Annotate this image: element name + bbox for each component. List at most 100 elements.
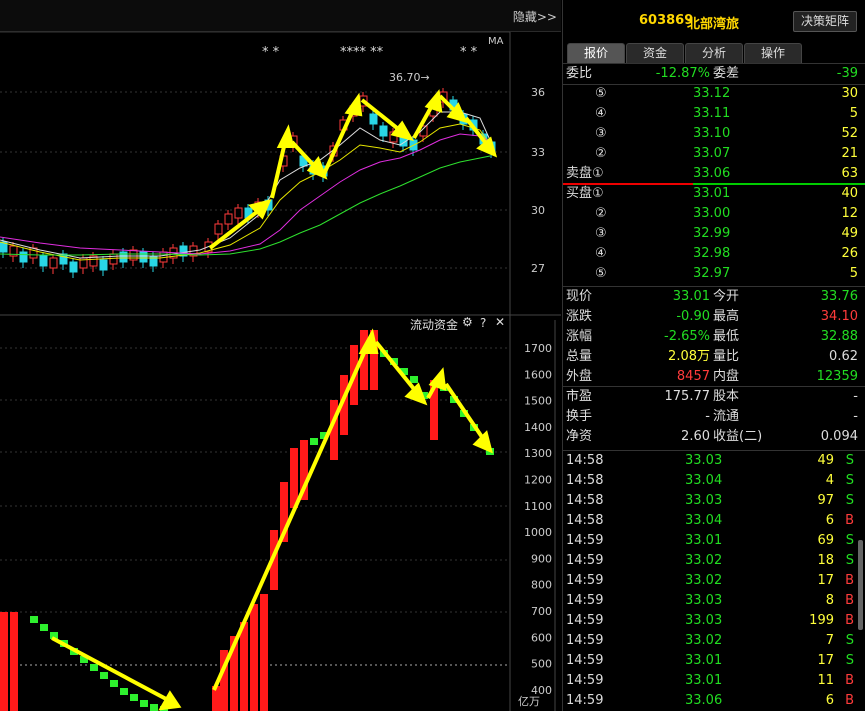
decision-matrix-button[interactable]: 决策矩阵 (793, 11, 857, 32)
tick-volume: 69 (817, 533, 834, 548)
tick-side: S (845, 633, 854, 648)
fundamental-v2: - (853, 409, 858, 424)
tick-time: 14:59 (566, 533, 604, 548)
quote-l1: 涨跌 (566, 309, 593, 324)
tick-price: 33.02 (685, 633, 723, 648)
tick-volume: 17 (817, 653, 834, 668)
fund-bar-green (40, 624, 48, 631)
weibi-label: 委比 (566, 66, 593, 81)
quote-l2: 最低 (713, 329, 740, 344)
buy-level-row[interactable]: ⑤ 32.97 5 (563, 264, 865, 284)
tick-row: 14:59 33.06 6 B (563, 691, 865, 711)
tick-volume: 4 (825, 473, 834, 488)
quote-l2: 今开 (713, 289, 740, 304)
buy-level-volume: 49 (841, 226, 858, 241)
tick-time: 14:59 (566, 573, 604, 588)
sell-level-row[interactable]: ⑤ 33.12 30 (563, 84, 865, 104)
tick-price: 33.03 (685, 613, 723, 628)
sell-level-volume: 52 (841, 126, 858, 141)
weicha-label: 委差 (713, 66, 740, 81)
tick-row: 14:58 33.04 4 S (563, 471, 865, 491)
close-icon[interactable]: ✕ (495, 315, 505, 329)
tick-price: 33.02 (685, 573, 723, 588)
fund-bar-green (120, 688, 128, 695)
fund-axis-label: 1500 (524, 395, 552, 408)
tab-quote[interactable]: 报价 (567, 43, 625, 63)
sell-level-row[interactable]: ③ 33.10 52 (563, 124, 865, 144)
buy-level-label: ③ (595, 226, 607, 241)
buy-level-row[interactable]: 买盘① 33.01 40 (563, 184, 865, 204)
candle-body (224, 213, 233, 225)
sell-level-price: 33.10 (693, 126, 731, 141)
tab-analysis[interactable]: 分析 (685, 43, 743, 63)
price-peak-label: 36.70→ (389, 71, 430, 84)
quote-row: 现价 33.01 今开 33.76 (563, 287, 865, 307)
candle-body (214, 223, 223, 235)
tick-volume: 17 (817, 573, 834, 588)
tick-volume: 11 (817, 673, 834, 688)
tick-price: 33.03 (685, 453, 723, 468)
fund-bar-red (0, 612, 8, 711)
tick-volume: 199 (809, 613, 834, 628)
quote-row: 外盘 8457 内盘 12359 (563, 367, 865, 387)
quote-v2: 0.62 (829, 349, 858, 364)
sell-level-label: ③ (595, 126, 607, 141)
tick-side: S (845, 553, 854, 568)
tick-price: 33.04 (685, 473, 723, 488)
tick-price: 33.03 (685, 593, 723, 608)
tick-time: 14:58 (566, 473, 604, 488)
fund-axis-label: 900 (531, 552, 552, 565)
help-icon[interactable]: ? (480, 316, 486, 330)
ma-label: MA (488, 36, 504, 47)
tick-side: B (845, 513, 854, 528)
tick-time: 14:59 (566, 553, 604, 568)
tick-time: 14:59 (566, 633, 604, 648)
tick-row: 14:59 33.02 18 S (563, 551, 865, 571)
fund-axis-label: 1100 (524, 500, 552, 513)
buy-level-label: ② (595, 206, 607, 221)
quote-l1: 现价 (566, 289, 593, 304)
candle-body (49, 257, 58, 269)
buy-level-row[interactable]: ③ 32.99 49 (563, 224, 865, 244)
buy-level-volume: 26 (841, 246, 858, 261)
tick-time: 14:59 (566, 673, 604, 688)
candle-body (69, 261, 78, 273)
sell-level-row[interactable]: ② 33.07 21 (563, 144, 865, 164)
tick-price: 33.01 (685, 653, 723, 668)
tick-row: 14:59 33.02 7 S (563, 631, 865, 651)
fund-axis-label: 1300 (524, 447, 552, 460)
candle-body (379, 125, 388, 137)
sell-level-row[interactable]: ④ 33.11 5 (563, 104, 865, 124)
buy-level-row[interactable]: ② 33.00 12 (563, 204, 865, 224)
stock-name: 北部湾旅 (687, 17, 740, 32)
price-axis-label: 36 (531, 86, 545, 99)
tick-price: 33.06 (685, 693, 723, 708)
tick-row: 14:59 33.01 69 S (563, 531, 865, 551)
tick-time: 14:58 (566, 513, 604, 528)
candle-body (99, 259, 108, 271)
fund-axis-label: 800 (531, 579, 552, 592)
tick-side: B (845, 613, 854, 628)
fundamental-l2: 股本 (713, 389, 740, 404)
buy-level-row[interactable]: ④ 32.98 26 (563, 244, 865, 264)
tick-price: 33.01 (685, 673, 723, 688)
tick-row: 14:58 33.04 6 B (563, 511, 865, 531)
fundamental-l2: 流通 (713, 409, 740, 424)
sell-level-volume: 21 (841, 146, 858, 161)
sell-level-label: ④ (595, 106, 607, 121)
fund-title: 流动资金 (410, 318, 459, 332)
quote-tabs: 报价 资金 分析 操作 (567, 43, 803, 63)
sell-level-row[interactable]: 卖盘① 33.06 63 (563, 164, 865, 184)
tick-side: S (845, 653, 854, 668)
tick-price: 33.03 (685, 493, 723, 508)
fund-bar-green (140, 700, 148, 707)
candle-body (39, 255, 48, 267)
settings-icon[interactable]: ⚙ (462, 315, 473, 329)
fund-bar-green (30, 616, 38, 623)
tab-funds[interactable]: 资金 (626, 43, 684, 63)
tick-side: B (845, 673, 854, 688)
tab-operate[interactable]: 操作 (744, 43, 802, 63)
tick-price: 33.04 (685, 513, 723, 528)
scrollbar[interactable] (858, 540, 863, 630)
fund-bar-green (310, 438, 318, 445)
